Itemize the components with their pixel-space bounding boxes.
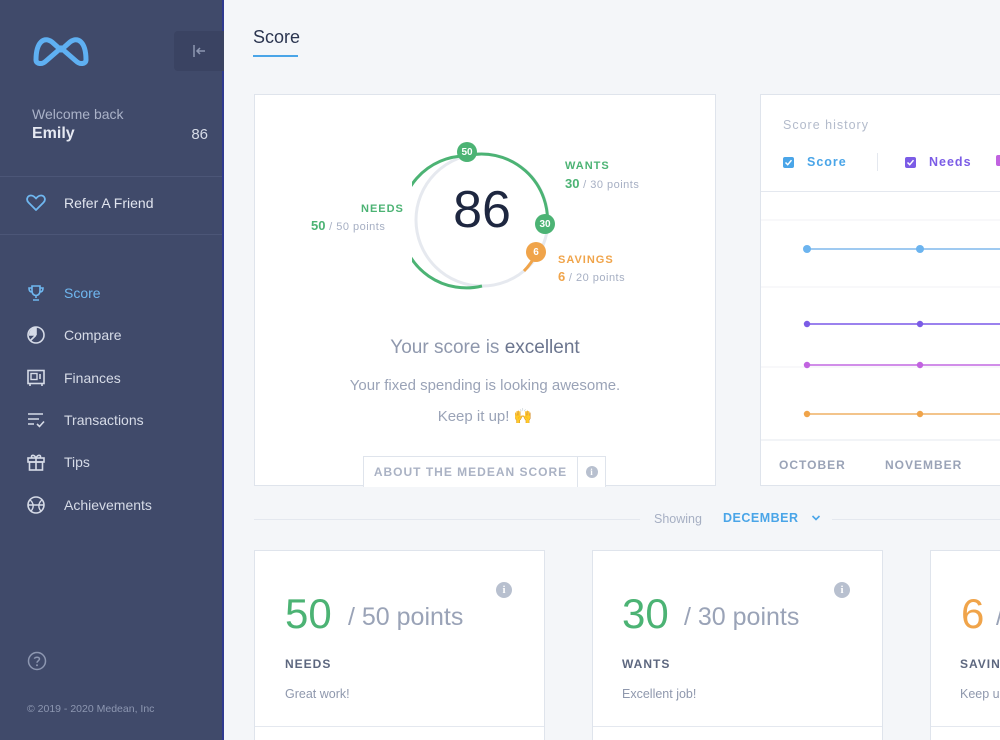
metric-name: SAVIN [960,657,1000,671]
wants-value: 30 [565,176,580,191]
history-month-label: OCTOBER [779,458,846,472]
legend-divider [877,153,878,171]
checkbox-icon [905,156,916,168]
sidebar: Welcome back Emily 86 Refer A Friend Sco… [0,0,224,740]
sidebar-item-label: Transactions [64,412,144,429]
wants-label: WANTS [565,160,610,172]
savings-value: 6 [558,269,566,284]
needs-value: 50 [311,218,326,233]
sidebar-item-label: Compare [64,327,122,344]
headline-prefix: Your score is [390,337,505,358]
savings-of: / 20 points [568,272,626,284]
legend-checkbox-partial[interactable] [996,155,1000,166]
sidebar-item-label: Achievements [64,496,152,513]
sidebar-item-transactions[interactable]: Transactions [26,399,152,441]
user-name: Emily [32,125,75,142]
logout-arrow-icon [193,45,205,57]
list-check-icon [26,410,46,430]
user-score: 86 [191,126,208,143]
legend-label: Needs [929,155,972,169]
collapse-sidebar-button[interactable] [174,31,224,71]
wants-points: 30 / 30 points [565,176,639,191]
showing-divider-right [832,519,1000,520]
card-footer-divider [931,726,1000,727]
title-underline [253,55,298,57]
sidebar-item-achievements[interactable]: Achievements [26,483,152,525]
sidebar-nav: Score Compare Finances Transactions Tips [26,272,152,526]
showing-divider-left [254,519,640,520]
sidebar-item-label: Finances [64,369,121,386]
metric-card-wants [592,550,883,740]
score-message-line2: Keep it up! 🙌 [437,408,533,425]
savings-label: SAVINGS [558,254,614,266]
metric-note: Excellent job! [622,687,697,701]
needs-badge: 50 [457,142,477,162]
savings-points: 6 / 20 points [558,269,625,284]
metric-note: Great work! [285,687,350,701]
sidebar-item-label: Tips [64,454,90,471]
sidebar-item-tips[interactable]: Tips [26,441,152,483]
medal-icon [26,495,46,515]
card-footer-divider [255,726,544,727]
showing-label: Showing [654,512,702,526]
metric-name: WANTS [622,657,671,671]
wants-badge: 30 [535,214,555,234]
gift-icon [26,452,46,472]
metric-value: 6 [961,590,985,637]
metric-value: 30 [622,590,669,637]
medean-logo[interactable] [32,32,90,68]
needs-label: NEEDS [361,203,404,215]
needs-points: 50 / 50 points [311,218,385,233]
heart-icon [26,194,46,211]
score-message-line1: Your fixed spending is looking awesome. [349,377,621,394]
sidebar-divider [0,234,222,235]
metric-card-needs [254,550,545,740]
refer-a-friend-link[interactable]: Refer A Friend [26,194,154,212]
legend-item-needs[interactable]: Needs [905,155,972,169]
about-score-button[interactable]: ABOUT THE MEDEAN SCORE i [363,456,606,487]
selected-month: DECEMBER [723,511,799,525]
page-title: Score [253,27,301,47]
sidebar-divider [0,176,222,177]
sidebar-item-label: Score [64,285,101,302]
history-month-label: NOVEMBER [885,458,963,472]
legend-label: Score [807,155,847,169]
sidebar-item-score[interactable]: Score [26,272,152,314]
metric-of: / 30 points [684,603,800,631]
about-score-label: ABOUT THE MEDEAN SCORE [364,457,578,487]
copyright-text: © 2019 - 2020 Medean, Inc [27,703,155,715]
info-icon[interactable]: i [834,582,850,598]
sidebar-item-compare[interactable]: Compare [26,314,152,356]
score-value: 86 [453,181,511,239]
headline-strong: excellent [504,337,580,358]
refer-label: Refer A Friend [64,195,154,211]
pie-chart-icon [26,325,46,345]
welcome-text: Welcome back [32,106,124,122]
legend-item-score[interactable]: Score [783,155,847,169]
metric-of: / 50 points [348,603,464,631]
about-info[interactable]: i [578,457,605,487]
metric-card-savings [930,550,1000,740]
info-icon[interactable]: i [496,582,512,598]
checkbox-icon [783,156,794,168]
sidebar-item-finances[interactable]: Finances [26,357,152,399]
safe-icon [26,368,46,388]
needs-of: / 50 points [329,221,386,233]
card-footer-divider [593,726,882,727]
metric-of: / [996,603,1000,632]
score-headline: Your score is excellent [254,337,716,359]
trophy-icon [26,283,46,303]
history-chart [761,219,1000,441]
savings-badge: 6 [526,242,546,262]
score-history-title: Score history [783,118,869,132]
metric-name: NEEDS [285,657,332,671]
metric-note: Keep u [960,687,1000,701]
info-icon: i [585,466,598,478]
month-selector[interactable]: DECEMBER [723,511,821,525]
metric-value: 50 [285,590,332,637]
help-icon[interactable] [27,651,47,671]
wants-of: / 30 points [583,179,640,191]
chevron-down-icon [811,515,820,521]
